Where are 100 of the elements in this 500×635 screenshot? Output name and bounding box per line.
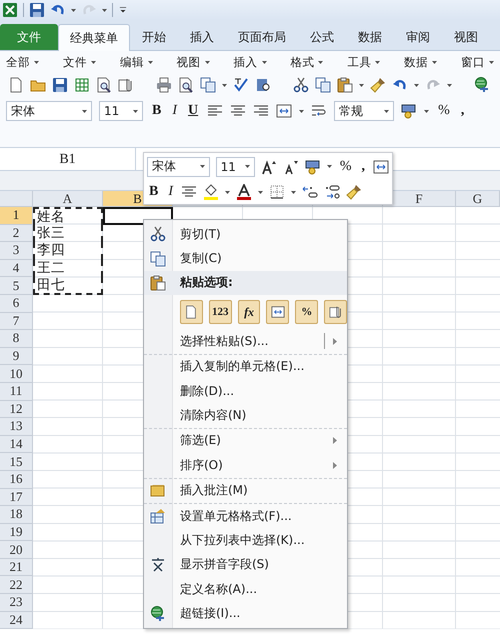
paste-option-button[interactable]: fx bbox=[238, 300, 260, 324]
menu-button[interactable]: 插入 bbox=[234, 54, 258, 70]
row-header[interactable]: 7 bbox=[0, 312, 33, 330]
globe-link-icon[interactable] bbox=[474, 77, 490, 93]
menu-item[interactable]: 插入批注(M) bbox=[144, 478, 347, 504]
row-header[interactable]: 3 bbox=[0, 242, 33, 260]
increase-decimal-icon[interactable] bbox=[302, 184, 318, 200]
dropdown-caret-icon[interactable] bbox=[375, 60, 380, 64]
row-header[interactable]: 6 bbox=[0, 294, 33, 313]
row-header[interactable]: 17 bbox=[0, 488, 33, 506]
paste-option-button[interactable] bbox=[324, 300, 347, 324]
paste-option-button[interactable] bbox=[180, 300, 203, 324]
dropdown-caret-icon[interactable] bbox=[102, 8, 107, 12]
dropdown-caret-icon[interactable] bbox=[244, 165, 250, 168]
menu-button[interactable]: 文件 bbox=[62, 54, 87, 70]
row-header[interactable]: 2 bbox=[0, 224, 33, 242]
row-header[interactable]: 11 bbox=[0, 382, 33, 401]
font-color-icon[interactable] bbox=[236, 184, 252, 200]
borders-icon[interactable] bbox=[269, 184, 286, 200]
menu-item[interactable]: 显示拼音字段(S) bbox=[144, 552, 347, 578]
dropdown-caret-icon[interactable] bbox=[447, 84, 452, 86]
row-header[interactable]: 9 bbox=[0, 348, 33, 366]
paste-option-button[interactable] bbox=[266, 300, 290, 324]
bold-button[interactable]: B bbox=[150, 103, 164, 119]
dropdown-caret-icon[interactable] bbox=[82, 110, 87, 112]
ribbon-tab[interactable]: 数据 bbox=[346, 24, 394, 50]
merge-cells-icon[interactable] bbox=[373, 158, 389, 175]
research-icon[interactable] bbox=[255, 77, 271, 93]
underline-button[interactable]: U bbox=[186, 103, 200, 119]
customize-toolbar-icon[interactable] bbox=[118, 5, 128, 15]
menu-button[interactable]: 数据 bbox=[404, 54, 428, 70]
ribbon-tab[interactable]: 文件 bbox=[0, 24, 58, 50]
menu-item[interactable]: 剪切(T) bbox=[144, 222, 347, 246]
save-icon[interactable] bbox=[52, 77, 68, 93]
dropdown-caret-icon[interactable] bbox=[200, 165, 205, 168]
paste-icon[interactable] bbox=[337, 77, 353, 93]
dropdown-caret-icon[interactable] bbox=[489, 60, 494, 64]
percent-button[interactable]: % bbox=[338, 158, 354, 175]
dropdown-caret-icon[interactable] bbox=[204, 60, 210, 64]
ribbon-tab[interactable]: 插入 bbox=[178, 24, 226, 50]
row-header[interactable]: 18 bbox=[0, 506, 33, 524]
merge-cells-icon[interactable] bbox=[276, 103, 292, 119]
dropdown-caret-icon[interactable] bbox=[414, 84, 419, 86]
attachment-icon[interactable] bbox=[118, 77, 134, 93]
print-preview-icon[interactable] bbox=[178, 77, 194, 93]
currency-icon[interactable] bbox=[304, 158, 321, 175]
dropdown-caret-icon[interactable] bbox=[326, 165, 332, 168]
pages-icon[interactable] bbox=[200, 77, 216, 93]
menu-item[interactable]: 插入复制的单元格(E)... bbox=[144, 354, 347, 379]
dropdown-caret-icon[interactable] bbox=[34, 60, 39, 64]
printer-icon[interactable] bbox=[156, 77, 172, 93]
ribbon-tab[interactable]: 公式 bbox=[298, 24, 346, 50]
row-header[interactable]: 15 bbox=[0, 453, 33, 471]
percent-button[interactable]: % bbox=[436, 103, 452, 119]
format-painter-icon[interactable] bbox=[370, 77, 386, 93]
menu-item[interactable]: 复制(C) bbox=[144, 246, 347, 271]
spell-check-icon[interactable] bbox=[233, 77, 249, 93]
ribbon-tab[interactable]: 开始 bbox=[130, 24, 178, 50]
name-box[interactable]: B1 bbox=[0, 148, 136, 171]
menu-item[interactable]: 选择性粘贴(S)... bbox=[144, 329, 347, 355]
grow-font-icon[interactable] bbox=[260, 158, 277, 175]
row-header[interactable]: 5 bbox=[0, 277, 33, 295]
copy-icon[interactable] bbox=[315, 77, 331, 93]
decrease-decimal-icon[interactable] bbox=[324, 184, 340, 200]
ribbon-tab[interactable]: 审阅 bbox=[394, 24, 442, 50]
menu-button[interactable]: 工具 bbox=[347, 54, 372, 70]
dropdown-caret-icon[interactable] bbox=[424, 110, 430, 112]
row-header[interactable]: 22 bbox=[0, 576, 33, 594]
row-header[interactable]: 19 bbox=[0, 524, 33, 542]
row-header[interactable]: 21 bbox=[0, 558, 33, 576]
dropdown-caret-icon[interactable] bbox=[71, 8, 76, 12]
ribbon-tab[interactable]: 视图 bbox=[442, 24, 490, 50]
dropdown-caret-icon[interactable] bbox=[90, 60, 96, 64]
currency-icon[interactable] bbox=[401, 103, 418, 119]
cut-icon[interactable] bbox=[293, 77, 309, 93]
paste-option-button[interactable]: 123 bbox=[208, 300, 232, 324]
document-preview-icon[interactable] bbox=[96, 77, 112, 93]
font-field[interactable]: 宋体 bbox=[6, 101, 92, 121]
menu-item[interactable]: 筛选(E) bbox=[144, 428, 347, 454]
font-size-field[interactable]: 11 bbox=[99, 101, 143, 121]
number-format-field[interactable]: 常规 bbox=[334, 101, 394, 121]
menu-item[interactable]: 从下拉列表中选择(K)... bbox=[144, 528, 347, 553]
row-header[interactable]: 23 bbox=[0, 594, 33, 612]
font-field[interactable]: 宋体 bbox=[147, 156, 210, 177]
menu-item[interactable]: 设置单元格格式(F)... bbox=[144, 504, 347, 528]
fill-color-icon[interactable] bbox=[203, 184, 220, 200]
dropdown-caret-icon[interactable] bbox=[262, 60, 266, 64]
new-document-icon[interactable] bbox=[8, 77, 24, 93]
menu-button[interactable]: 编辑 bbox=[120, 54, 144, 70]
dropdown-caret-icon[interactable] bbox=[299, 110, 304, 112]
row-header[interactable]: 20 bbox=[0, 541, 33, 559]
row-header[interactable]: 1 bbox=[0, 207, 33, 225]
dropdown-caret-icon[interactable] bbox=[384, 110, 390, 112]
menu-item[interactable]: 排序(O) bbox=[144, 453, 347, 479]
italic-button[interactable]: I bbox=[170, 103, 180, 119]
dropdown-caret-icon[interactable] bbox=[432, 60, 438, 64]
menu-item[interactable]: 超链接(I)... bbox=[144, 601, 347, 626]
paste-option-button[interactable]: % bbox=[295, 300, 318, 324]
menu-button[interactable]: 窗口 bbox=[461, 54, 485, 70]
dropdown-caret-icon[interactable] bbox=[318, 60, 324, 64]
